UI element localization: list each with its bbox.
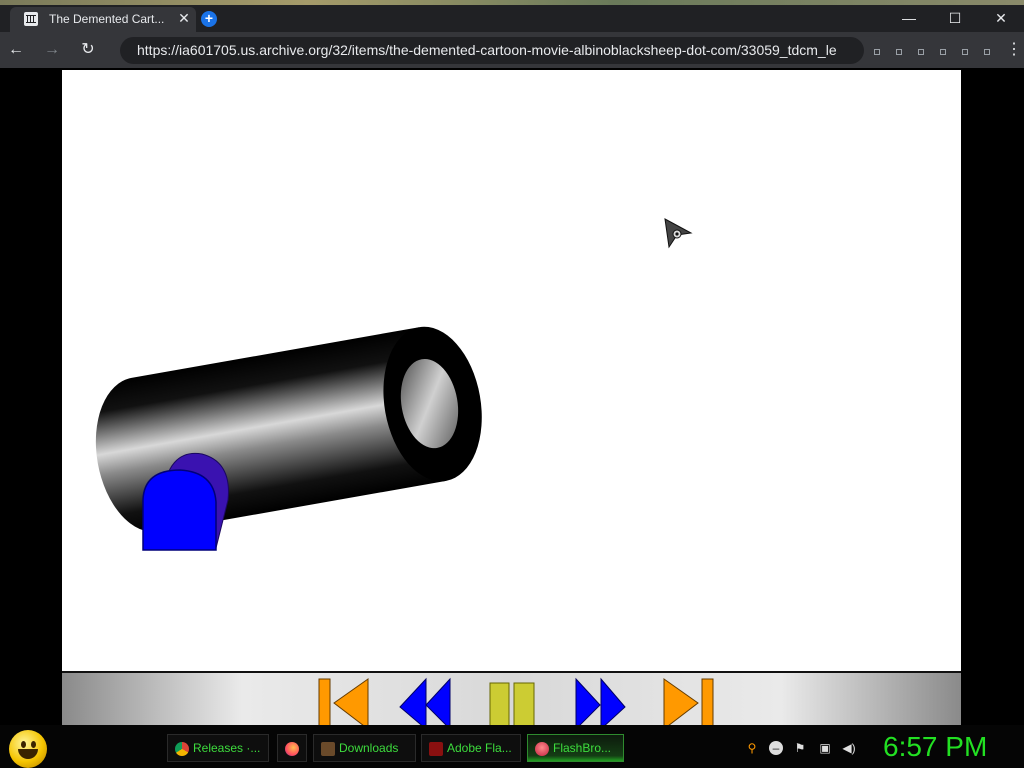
taskbar-item-flashbrowser[interactable]: FlashBro... (527, 734, 624, 762)
smiley-eye (21, 741, 26, 748)
flag-icon[interactable]: ⚑ (793, 741, 807, 755)
volume-icon[interactable]: ◀) (842, 741, 856, 755)
taskbar-item-label: Adobe Fla... (447, 741, 512, 755)
taskbar-item-firefox[interactable] (277, 734, 307, 762)
address-bar[interactable]: https://ia601705.us.archive.org/32/items… (120, 37, 864, 64)
folder-icon (321, 742, 335, 756)
cannon-scene (95, 218, 693, 551)
chrome-icon (175, 742, 189, 756)
smiley-mouth (18, 749, 38, 759)
page-content (0, 68, 1024, 725)
smiley-orb-icon[interactable] (9, 730, 47, 768)
new-tab-button[interactable]: + (201, 11, 217, 27)
taskbar-item-downloads[interactable]: Downloads (313, 734, 416, 762)
reload-button[interactable]: ↻ (76, 38, 100, 62)
network-icon[interactable]: ▣ (818, 741, 832, 755)
extension-icon[interactable] (918, 49, 924, 55)
tab-close-icon[interactable]: ✕ (176, 10, 192, 26)
minimize-button[interactable]: — (886, 5, 932, 32)
step-forward-button[interactable] (575, 677, 626, 725)
archive-org-icon (24, 12, 38, 26)
skip-to-end-button[interactable] (663, 678, 714, 725)
extension-icon[interactable] (874, 49, 880, 55)
close-window-button[interactable]: ✕ (978, 5, 1024, 32)
extension-icon[interactable] (940, 49, 946, 55)
browser-titlebar: The Demented Cart... ✕ + — ☐ ✕ (0, 5, 1024, 32)
back-button[interactable]: ← (4, 38, 28, 62)
maximize-button[interactable]: ☐ (932, 5, 978, 32)
tab-title: The Demented Cart... (49, 12, 165, 26)
forward-button[interactable]: → (40, 38, 64, 62)
mouse-cursor (664, 218, 693, 249)
step-back-button[interactable] (399, 677, 451, 725)
extension-icon[interactable] (896, 49, 902, 55)
taskbar-item-label: Downloads (339, 741, 399, 755)
flash-icon (429, 742, 443, 756)
extension-icon[interactable] (984, 49, 990, 55)
flash-stage[interactable] (62, 70, 961, 671)
taskbar: Releases ·... Downloads Adobe Fla... Fla… (0, 725, 1024, 768)
smiley-eye (31, 741, 36, 748)
search-icon[interactable]: ⚲ (745, 741, 759, 755)
minus-circle-icon[interactable]: – (769, 741, 783, 755)
taskbar-item-label: FlashBro... (553, 741, 612, 755)
taskbar-clock[interactable]: 6:57 PM (883, 730, 993, 764)
browser-tab[interactable]: The Demented Cart... ✕ (10, 7, 196, 32)
url-text[interactable]: https://ia601705.us.archive.org/32/items… (137, 42, 859, 58)
rewind-to-start-button[interactable] (318, 678, 369, 725)
pause-button[interactable] (489, 682, 535, 725)
firefox-icon (285, 742, 299, 756)
flashbrowser-icon (535, 742, 549, 756)
extension-icon[interactable] (962, 49, 968, 55)
taskbar-item-adobe-flash[interactable]: Adobe Fla... (421, 734, 521, 762)
flash-playback-controls (62, 671, 961, 725)
taskbar-item-releases[interactable]: Releases ·... (167, 734, 269, 762)
taskbar-item-label: Releases ·... (193, 741, 261, 755)
browser-toolbar: ← → ↻ https://ia601705.us.archive.org/32… (0, 32, 1024, 68)
browser-menu-icon[interactable]: ⋮ (1006, 39, 1022, 61)
